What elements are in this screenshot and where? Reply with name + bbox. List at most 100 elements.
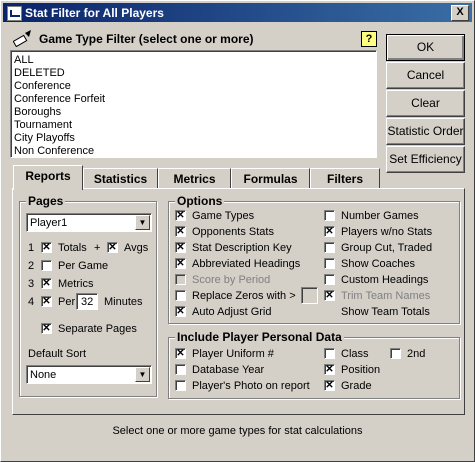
second-label: 2nd	[407, 348, 426, 360]
show-coaches-checkbox[interactable]	[324, 258, 335, 269]
list-item[interactable]: Non Conference	[11, 145, 376, 158]
list-item[interactable]: City Playoffs	[11, 132, 376, 145]
chevron-down-icon[interactable]: ▼	[135, 215, 150, 230]
abbreviated-headings-checkbox[interactable]: ✕	[175, 258, 186, 269]
personal-data-title: Include Player Personal Data	[175, 330, 344, 344]
statistic-order-button[interactable]: Statistic Order	[386, 118, 465, 145]
default-sort-value: None	[30, 369, 57, 381]
player-photo-checkbox[interactable]	[175, 380, 186, 391]
pages-select[interactable]: Player1 ▼	[26, 213, 152, 232]
custom-headings-label: Custom Headings	[341, 274, 429, 286]
dialog-window: Stat Filter for All Players X Game Type …	[0, 0, 475, 462]
number-games-label: Number Games	[341, 210, 419, 222]
grade-checkbox[interactable]: ✕	[324, 380, 335, 391]
number-games-checkbox[interactable]	[324, 210, 335, 221]
set-efficiency-button[interactable]: Set Efficiency	[386, 146, 465, 173]
avgs-label: Avgs	[124, 242, 149, 254]
second-checkbox[interactable]	[390, 348, 401, 359]
database-year-label: Database Year	[192, 364, 265, 376]
per-label: Per	[58, 296, 76, 308]
player-photo-label: Player's Photo on report	[192, 380, 310, 392]
player-uniform-checkbox[interactable]: ✕	[175, 348, 186, 359]
row-number: 1	[28, 242, 35, 254]
pages-title: Pages	[26, 194, 66, 208]
group-cut-traded-label: Group Cut, Traded	[341, 242, 433, 254]
tab-metrics[interactable]: Metrics	[158, 168, 231, 188]
custom-headings-checkbox[interactable]	[324, 274, 335, 285]
per-minutes-checkbox[interactable]: ✕	[41, 296, 52, 307]
trim-team-names-checkbox: ✕	[324, 290, 335, 301]
pages-group: Pages Player1 ▼ 1 ✕ Totals + ✕ Avgs 2 Pe…	[19, 194, 157, 397]
list-item[interactable]: ALL	[11, 54, 376, 67]
options-title: Options	[175, 194, 225, 208]
totals-checkbox[interactable]: ✕	[41, 242, 52, 253]
clear-button[interactable]: Clear	[386, 90, 465, 117]
pencil-icon	[13, 30, 31, 47]
group-cut-traded-checkbox[interactable]	[324, 242, 335, 253]
grade-label: Grade	[341, 380, 372, 392]
game-types-checkbox[interactable]: ✕	[175, 210, 186, 221]
score-by-period-label: Score by Period	[192, 274, 271, 286]
replace-zeros-input[interactable]	[301, 287, 318, 304]
list-item[interactable]: DELETED	[11, 67, 376, 80]
default-sort-label: Default Sort	[28, 348, 87, 360]
replace-zeros-checkbox[interactable]	[175, 290, 186, 301]
player-uniform-label: Player Uniform #	[192, 348, 274, 360]
class-checkbox[interactable]	[324, 348, 335, 359]
status-text: Select one or more game types for stat c…	[112, 425, 363, 437]
game-types-label: Game Types	[192, 210, 255, 222]
players-no-stats-label: Players w/no Stats	[341, 226, 433, 238]
row-number: 3	[28, 278, 35, 290]
list-item[interactable]: Conference	[11, 80, 376, 93]
close-button[interactable]: X	[451, 5, 469, 21]
plus-label: +	[94, 242, 101, 254]
list-item[interactable]: Boroughs	[11, 106, 376, 119]
show-team-totals-label[interactable]: Show Team Totals	[341, 306, 430, 318]
minutes-label: Minutes	[104, 296, 143, 308]
replace-zeros-label: Replace Zeros with >	[192, 290, 296, 302]
per-game-checkbox[interactable]	[41, 260, 52, 271]
database-year-checkbox[interactable]	[175, 364, 186, 375]
app-icon	[7, 6, 22, 21]
list-item[interactable]: Conference Forfeit	[11, 93, 376, 106]
minutes-input[interactable]: 32	[76, 293, 98, 310]
class-label: Class	[341, 348, 369, 360]
players-no-stats-checkbox[interactable]: ✕	[324, 226, 335, 237]
row-number: 2	[28, 260, 35, 272]
reports-panel: Pages Player1 ▼ 1 ✕ Totals + ✕ Avgs 2 Pe…	[12, 188, 465, 415]
pages-select-value: Player1	[30, 217, 68, 229]
auto-adjust-grid-label: Auto Adjust Grid	[192, 306, 272, 318]
tab-reports[interactable]: Reports	[13, 165, 83, 190]
separate-pages-label: Separate Pages	[58, 323, 137, 335]
position-checkbox[interactable]: ✕	[324, 364, 335, 375]
metrics-checkbox[interactable]: ✕	[41, 278, 52, 289]
ok-button[interactable]: OK	[386, 34, 465, 61]
avgs-checkbox[interactable]: ✕	[107, 242, 118, 253]
window-title: Stat Filter for All Players	[25, 6, 164, 20]
metrics-label: Metrics	[58, 278, 94, 290]
stat-description-key-label: Stat Description Key	[192, 242, 292, 254]
personal-data-group: Include Player Personal Data ✕ Player Un…	[168, 330, 460, 399]
opponents-stats-checkbox[interactable]: ✕	[175, 226, 186, 237]
position-label: Position	[341, 364, 381, 376]
help-icon[interactable]: ?	[361, 31, 377, 47]
tab-filters[interactable]: Filters	[310, 168, 380, 188]
trim-team-names-label: Trim Team Names	[341, 290, 431, 302]
show-coaches-label: Show Coaches	[341, 258, 415, 270]
tab-formulas[interactable]: Formulas	[231, 168, 310, 188]
opponents-stats-label: Opponents Stats	[192, 226, 274, 238]
stat-description-key-checkbox[interactable]: ✕	[175, 242, 186, 253]
auto-adjust-grid-checkbox[interactable]: ✕	[175, 306, 186, 317]
title-bar: Stat Filter for All Players X	[3, 3, 472, 22]
minutes-value: 32	[81, 296, 94, 308]
per-game-label: Per Game	[58, 260, 109, 272]
cancel-button[interactable]: Cancel	[386, 62, 465, 89]
totals-label: Totals	[58, 242, 87, 254]
chevron-down-icon[interactable]: ▼	[135, 367, 150, 382]
score-by-period-checkbox	[175, 274, 186, 285]
separate-pages-checkbox[interactable]: ✕	[41, 323, 52, 334]
game-type-list[interactable]: ALL DELETED Conference Conference Forfei…	[10, 50, 377, 158]
default-sort-select[interactable]: None ▼	[26, 365, 152, 384]
tab-statistics[interactable]: Statistics	[83, 168, 158, 188]
list-item[interactable]: Tournament	[11, 119, 376, 132]
